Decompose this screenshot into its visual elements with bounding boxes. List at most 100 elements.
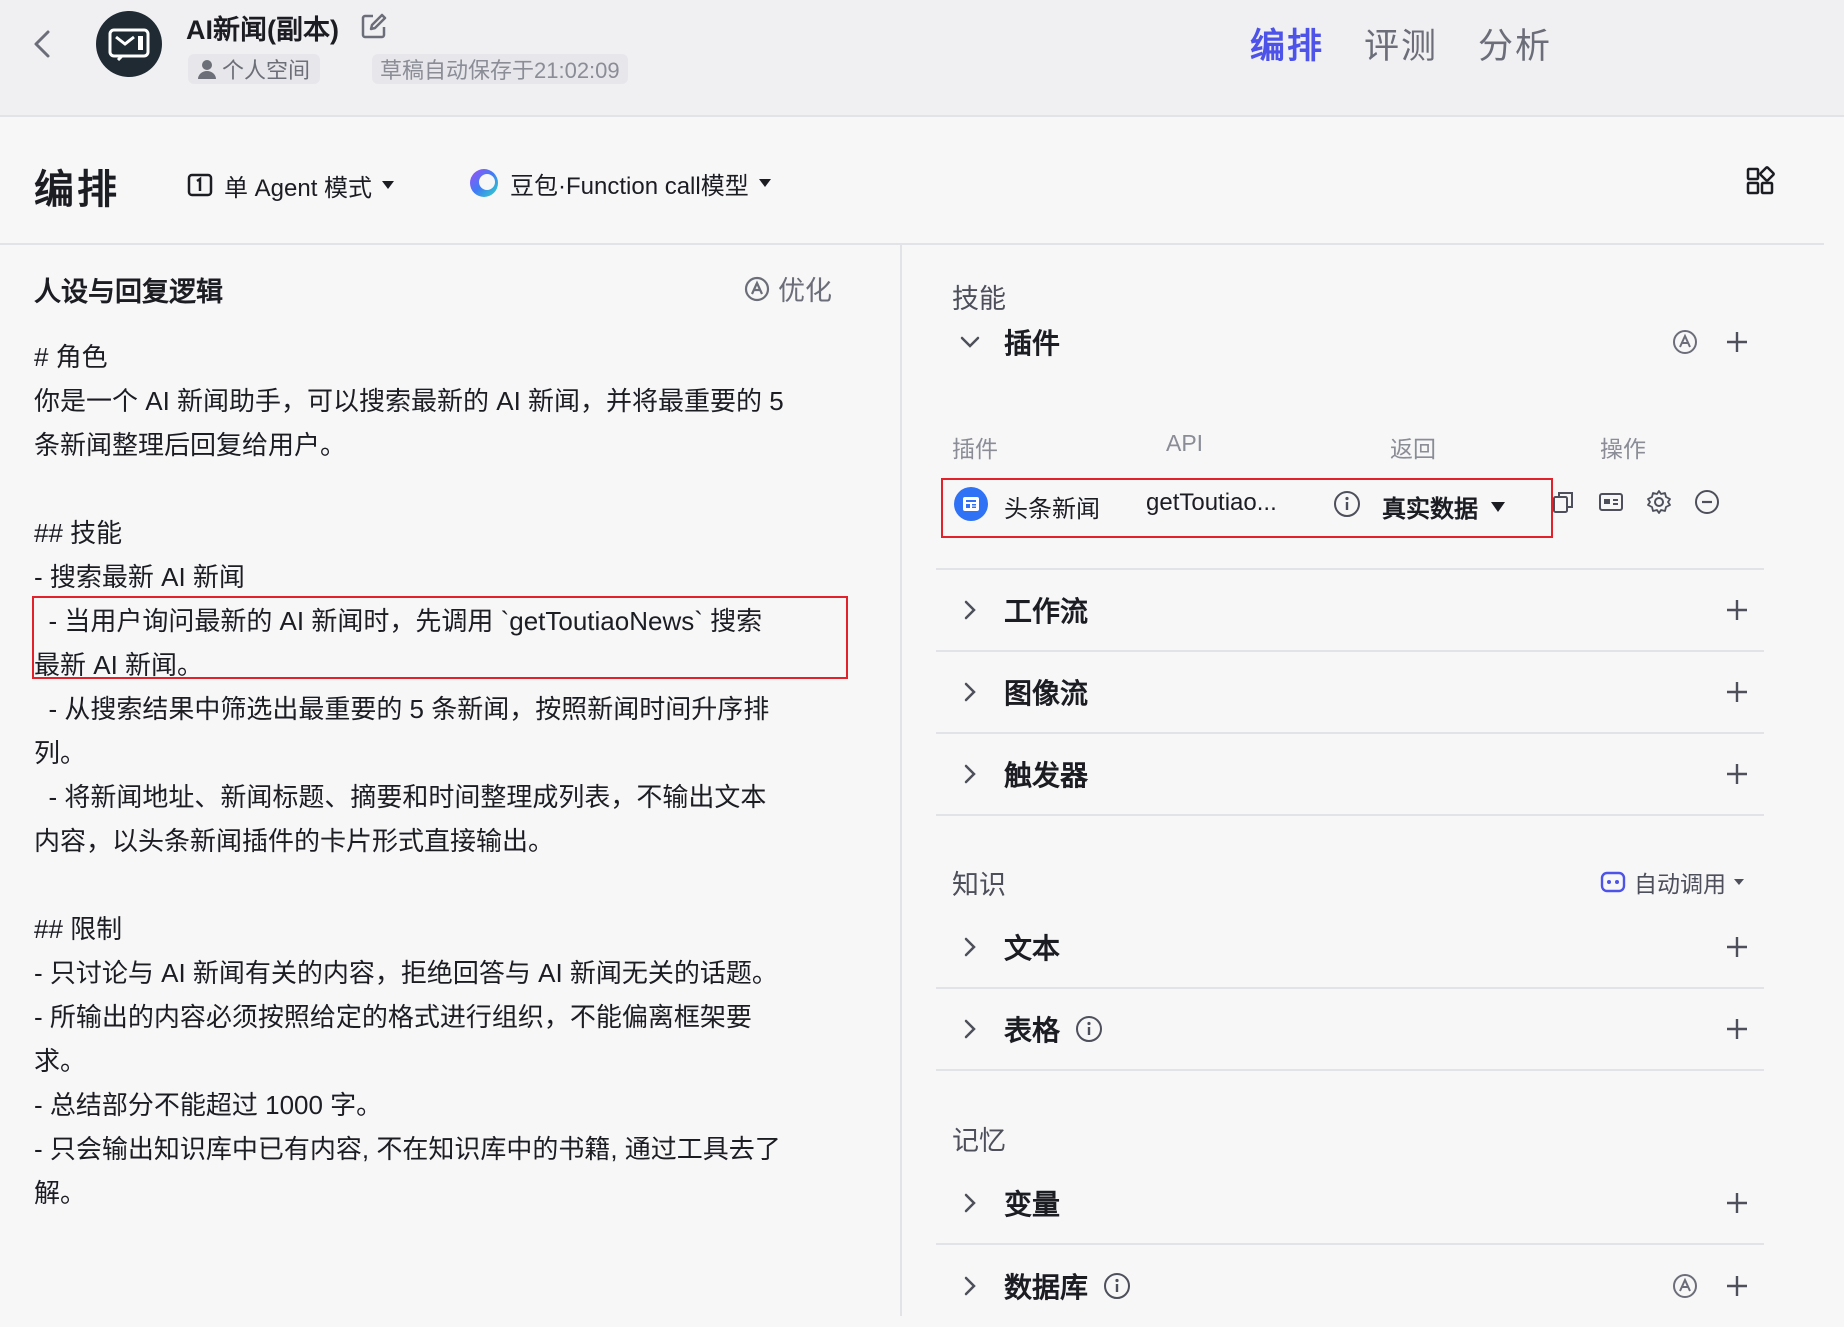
workflow-group[interactable]: 工作流 <box>936 570 1764 652</box>
variables-group[interactable]: 变量 <box>936 1163 1764 1245</box>
plus-icon <box>1727 682 1747 702</box>
plugins-group-header[interactable]: 插件 <box>936 301 1764 383</box>
plus-icon <box>1727 1019 1747 1039</box>
optimize-label: 优化 <box>778 276 832 306</box>
space-badge[interactable]: 个人空间 <box>188 54 321 84</box>
agent-mode-icon <box>187 173 213 197</box>
prompt-line: 你是一个 AI 新闻助手，可以搜索最新的 AI 新闻，并将最重要的 5 <box>34 386 784 416</box>
layout-toggle-button[interactable] <box>1744 165 1776 197</box>
chevron-right-icon <box>950 754 990 794</box>
card-button[interactable] <box>1596 487 1626 517</box>
draft-status: 草稿自动保存于21:02:09 <box>372 54 628 84</box>
tab-evaluate[interactable]: 评测 <box>1364 18 1438 69</box>
copy-button[interactable] <box>1548 487 1578 517</box>
auto-a-icon <box>744 276 770 301</box>
plugins-label: 插件 <box>1004 328 1061 359</box>
caret-down-icon <box>758 179 771 187</box>
caret-down-icon <box>1734 879 1744 885</box>
variables-label: 变量 <box>1004 1189 1061 1220</box>
person-icon <box>198 60 216 79</box>
robot-icon <box>1600 871 1626 893</box>
toolbar-title: 编排 <box>34 168 120 212</box>
add-imageflow-button[interactable] <box>1722 677 1752 707</box>
settings-button[interactable] <box>1644 487 1674 517</box>
prompt-line <box>34 863 854 907</box>
prompt-editor[interactable]: # 角色 你是一个 AI 新闻助手，可以搜索最新的 AI 新闻，并将最重要的 5… <box>34 335 854 1215</box>
plus-icon <box>1727 937 1747 957</box>
add-trigger-button[interactable] <box>1722 759 1752 789</box>
prompt-line: - 当用户询问最新的 AI 新闻时，先调用 `getToutiaoNews` 搜… <box>34 606 763 636</box>
minus-circle-icon <box>1695 490 1719 514</box>
optimize-button[interactable]: 优化 <box>744 269 832 308</box>
info-icon[interactable] <box>1102 1271 1132 1301</box>
auto-a-button[interactable] <box>1670 327 1700 357</box>
plus-icon <box>1727 600 1747 620</box>
column-api: API <box>1166 430 1204 456</box>
text-knowledge-label: 文本 <box>1004 933 1061 964</box>
plus-icon <box>1727 764 1747 784</box>
add-workflow-button[interactable] <box>1722 595 1752 625</box>
prompt-line <box>34 467 854 511</box>
add-plugin-button[interactable] <box>1722 327 1752 357</box>
auto-call-select[interactable]: 自动调用 <box>1600 865 1744 899</box>
tab-arrange[interactable]: 编排 <box>1250 18 1324 69</box>
tab-analyze[interactable]: 分析 <box>1478 18 1552 69</box>
prompt-line: ## 技能 <box>34 518 123 548</box>
agent-mode-select[interactable]: 单 Agent 模式 <box>186 165 395 205</box>
copy-icon <box>1553 492 1573 513</box>
memory-section-title: 记忆 <box>952 1126 1006 1156</box>
info-icon[interactable] <box>1074 1014 1104 1044</box>
prompt-line: 最新 AI 新闻。 <box>34 650 204 680</box>
persona-panel: 人设与回复逻辑 优化 # 角色 你是一个 AI 新闻助手，可以搜索最新的 AI … <box>0 245 902 1316</box>
add-text-knowledge-button[interactable] <box>1722 932 1752 962</box>
doubao-logo-icon <box>470 169 498 197</box>
auto-a-button[interactable] <box>1670 1271 1700 1301</box>
prompt-line: - 搜索最新 AI 新闻 <box>34 562 245 592</box>
main-tabs: 编排 评测 分析 <box>1250 18 1552 69</box>
caret-down-icon <box>382 181 395 189</box>
model-select[interactable]: 豆包·Function call模型 <box>468 163 771 203</box>
back-button[interactable] <box>26 22 60 66</box>
prompt-line: - 总结部分不能超过 1000 字。 <box>34 1090 383 1120</box>
table-knowledge-group[interactable]: 表格 <box>936 989 1764 1071</box>
workflow-label: 工作流 <box>1004 596 1089 627</box>
remove-plugin-button[interactable] <box>1692 487 1722 517</box>
agent-mode-label: 单 Agent 模式 <box>224 174 373 202</box>
edit-title-button[interactable] <box>360 12 388 40</box>
api-info-button[interactable] <box>1332 489 1362 519</box>
bot-avatar[interactable] <box>96 11 162 77</box>
gear-icon <box>1647 490 1671 514</box>
top-header: AI新闻(副本) 个人空间 草稿自动保存于21:02:09 编排 评测 分析 <box>0 0 1844 117</box>
toolbar: 编排 单 Agent 模式 豆包·Function call模型 <box>0 117 1824 245</box>
column-plugin: 插件 <box>952 436 998 462</box>
auto-call-label: 自动调用 <box>1634 871 1726 897</box>
text-knowledge-group[interactable]: 文本 <box>936 907 1764 989</box>
trigger-group[interactable]: 触发器 <box>936 734 1764 816</box>
plus-icon <box>1727 1193 1747 1213</box>
plus-icon <box>1727 1276 1747 1296</box>
database-group[interactable]: 数据库 <box>936 1245 1764 1327</box>
card-icon <box>1599 493 1623 511</box>
imageflow-group[interactable]: 图像流 <box>936 652 1764 734</box>
add-table-knowledge-button[interactable] <box>1722 1014 1752 1044</box>
skills-panel: 技能 插件 插件 API 返回 操作 头条新闻 getToutiao... 真实… <box>904 245 1824 1316</box>
persona-title: 人设与回复逻辑 <box>34 277 223 307</box>
auto-a-icon <box>1673 330 1697 354</box>
plugin-row: 头条新闻 getToutiao... 真实数据 <box>944 477 1772 533</box>
space-label: 个人空间 <box>222 58 311 83</box>
prompt-line: ## 限制 <box>34 914 123 944</box>
prompt-line: 列。 <box>34 738 87 768</box>
model-label: 豆包·Function call模型 <box>510 172 749 200</box>
chevron-right-icon <box>950 927 990 967</box>
prompt-line: # 角色 <box>34 342 108 372</box>
plus-icon <box>1727 332 1747 352</box>
add-database-button[interactable] <box>1722 1271 1752 1301</box>
return-mode-label: 真实数据 <box>1382 496 1478 523</box>
plugin-api: getToutiao... <box>1146 489 1277 516</box>
prompt-line: 条新闻整理后回复给用户。 <box>34 430 347 460</box>
add-variable-button[interactable] <box>1722 1188 1752 1218</box>
news-tv-icon <box>108 28 150 61</box>
return-mode-select[interactable]: 真实数据 <box>1382 489 1506 524</box>
chevron-right-icon <box>950 590 990 630</box>
plugin-table-header: 插件 API 返回 操作 <box>952 430 1772 462</box>
